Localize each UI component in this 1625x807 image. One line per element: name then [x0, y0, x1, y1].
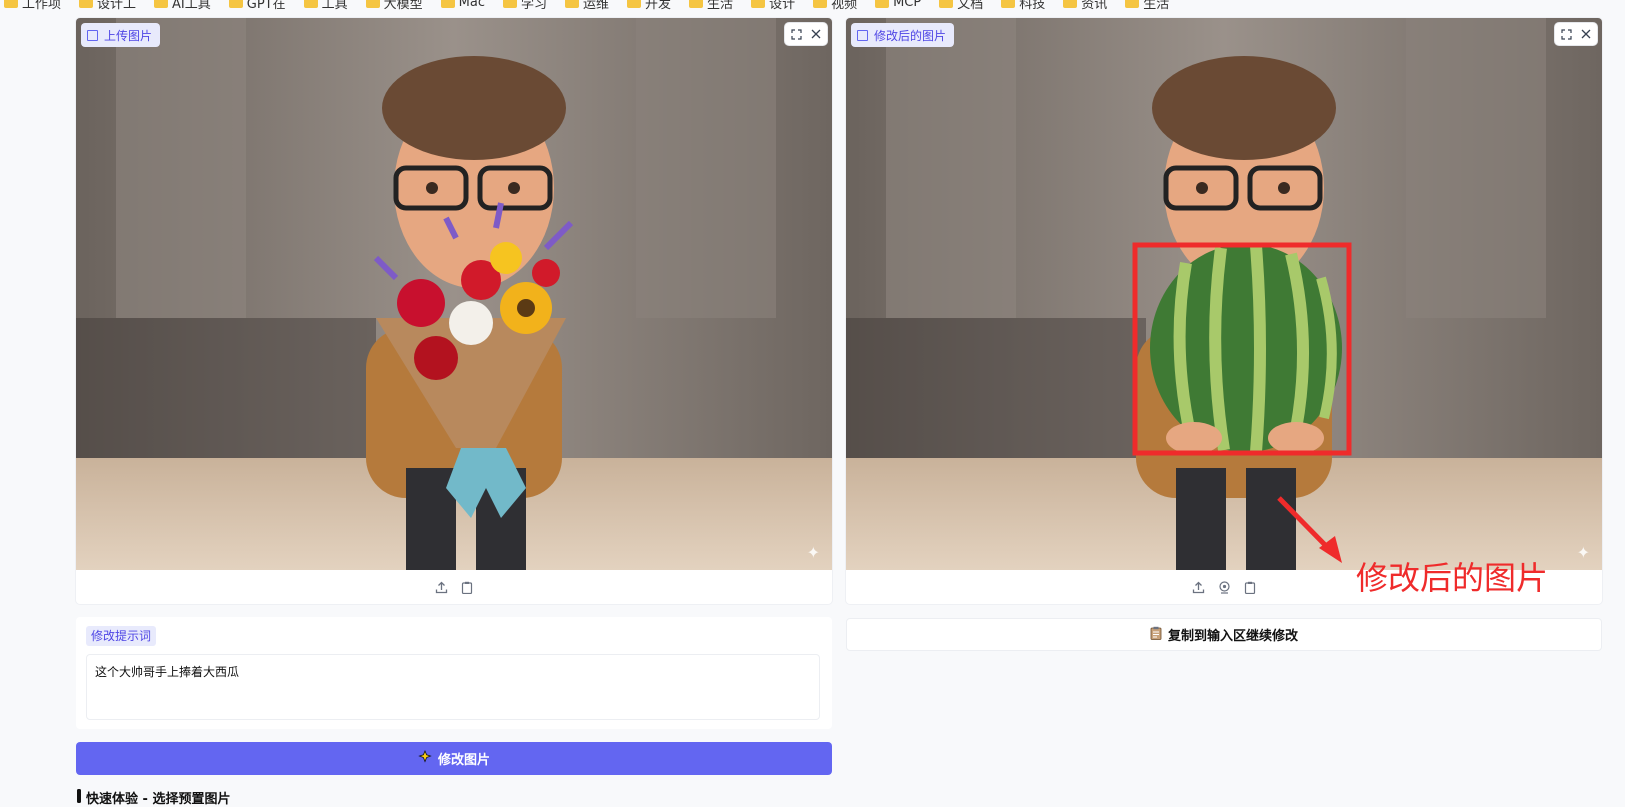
bookmark-item[interactable]: 资讯 — [1063, 0, 1107, 12]
upload-image-label-text: 上传图片 — [104, 28, 153, 43]
bookmark-item[interactable]: 运维 — [565, 0, 609, 12]
bookmark-item[interactable]: AI工具 — [154, 0, 211, 12]
image-window-controls — [785, 23, 827, 45]
fullscreen-icon[interactable] — [1559, 27, 1573, 41]
folder-icon — [875, 0, 890, 8]
sparkles-icon — [418, 749, 432, 768]
folder-icon — [503, 0, 517, 8]
prompt-textarea[interactable]: 这个大帅哥手上捧着大西瓜 — [86, 654, 820, 720]
bookmark-label: 资讯 — [1081, 0, 1108, 12]
upload-icon[interactable] — [434, 580, 448, 594]
bookmark-label: 工作项 — [22, 0, 62, 12]
bookmark-label: Mac — [458, 0, 485, 10]
folder-icon — [1001, 0, 1016, 8]
bookmark-label: 生活 — [1143, 0, 1170, 12]
sparkle-icon: ✦ — [1576, 543, 1590, 562]
folder-icon — [939, 0, 954, 8]
close-icon[interactable] — [809, 27, 823, 41]
bookmark-label: 设计工 — [97, 0, 137, 12]
result-image-panel[interactable]: 修改后的图片 ✦ — [846, 18, 1602, 604]
bookmark-label: 学习 — [521, 0, 548, 12]
bookmark-item[interactable]: 学习 — [503, 0, 547, 12]
folder-icon — [4, 0, 18, 8]
folder-icon — [365, 0, 380, 8]
folder-icon — [79, 0, 94, 8]
copy-to-input-label: 复制到输入区继续修改 — [1167, 629, 1298, 644]
character-with-bouquet-image — [76, 18, 832, 570]
quick-experience-title-text: 快速体验 - 选择预置图片 — [86, 792, 231, 807]
bookmark-item[interactable]: 工作项 — [4, 0, 61, 12]
result-image-label-text: 修改后的图片 — [874, 28, 947, 43]
uploaded-image[interactable]: 上传图片 ✦ — [76, 18, 832, 570]
upload-image-panel[interactable]: 上传图片 ✦ — [76, 18, 832, 604]
folder-icon — [303, 0, 318, 8]
bookmark-item[interactable]: 科技 — [1001, 0, 1045, 12]
modify-image-button[interactable]: 修改图片 — [76, 742, 832, 775]
folder-icon — [1063, 0, 1078, 8]
bookmark-label: 开发 — [645, 0, 672, 12]
folder-icon — [440, 0, 455, 8]
result-image[interactable]: 修改后的图片 ✦ — [846, 18, 1602, 570]
folder-icon — [228, 0, 243, 8]
bookmark-item[interactable]: 视频 — [813, 0, 857, 12]
bookmark-item[interactable]: 设计工 — [79, 0, 136, 12]
image-window-controls — [1555, 23, 1597, 45]
bookmark-label: 生活 — [707, 0, 734, 12]
bookmark-item[interactable]: Mac — [440, 0, 485, 10]
bookmark-label: 文档 — [957, 0, 984, 12]
bookmark-label: AI工具 — [172, 0, 211, 12]
bookmark-item[interactable]: 开发 — [627, 0, 671, 12]
upload-image-label: 上传图片 — [81, 23, 161, 47]
prompt-section: 修改提示词 这个大帅哥手上捧着大西瓜 — [76, 617, 832, 729]
bookmark-label: 运维 — [583, 0, 610, 12]
bookmark-item[interactable]: 大模型 — [365, 0, 423, 12]
image-icon — [87, 29, 98, 41]
bookmark-label: 视频 — [831, 0, 858, 12]
bookmark-item[interactable]: 设计 — [751, 0, 795, 12]
bookmark-label: GPT在 — [246, 0, 286, 12]
character-with-watermelon-image — [846, 18, 1602, 570]
bookmark-label: MCP — [893, 0, 922, 10]
bookmark-item[interactable]: GPT在 — [228, 0, 286, 12]
bookmark-item[interactable]: 工具 — [303, 0, 348, 12]
bookmark-label: 大模型 — [383, 0, 423, 12]
annotation-label: 修改后的图片 — [1356, 559, 1549, 597]
clipboard-icon — [1150, 626, 1162, 644]
bookmark-item[interactable]: MCP — [875, 0, 921, 10]
close-icon[interactable] — [1579, 27, 1593, 41]
sparkle-icon: ✦ — [806, 543, 820, 562]
folder-icon — [627, 0, 642, 8]
webcam-icon[interactable] — [1217, 580, 1231, 594]
quick-experience-title: 快速体验 - 选择预置图片 — [76, 788, 230, 807]
bookmark-item[interactable]: 文档 — [939, 0, 983, 12]
bookmark-label: 工具 — [321, 0, 348, 12]
bookmark-item[interactable]: 生活 — [689, 0, 733, 12]
bookmark-label: 科技 — [1019, 0, 1046, 12]
folder-icon — [1125, 0, 1140, 8]
clipboard-icon[interactable] — [460, 580, 474, 594]
fullscreen-icon[interactable] — [789, 27, 803, 41]
bookmark-label: 设计 — [769, 0, 796, 12]
upload-toolbar — [76, 570, 832, 604]
copy-to-input-button[interactable]: 复制到输入区继续修改 — [846, 618, 1602, 651]
result-image-label: 修改后的图片 — [851, 23, 955, 47]
image-icon — [857, 29, 868, 41]
bookmark-item[interactable]: 生活 — [1125, 0, 1169, 12]
clipboard-icon[interactable] — [1243, 580, 1257, 594]
upload-icon[interactable] — [1191, 580, 1205, 594]
folder-icon — [154, 0, 169, 8]
prompt-label: 修改提示词 — [86, 626, 157, 646]
bookmarks-bar: 工作项 设计工 AI工具 GPT在 工具 大模型 Mac 学习 运维 开发 生活 设计 视频 MCP 文档 科… — [0, 0, 1625, 13]
folder-icon — [813, 0, 828, 8]
folder-icon — [565, 0, 580, 8]
modify-image-label: 修改图片 — [437, 753, 490, 768]
pin-icon — [76, 788, 82, 807]
folder-icon — [689, 0, 704, 8]
folder-icon — [751, 0, 766, 8]
